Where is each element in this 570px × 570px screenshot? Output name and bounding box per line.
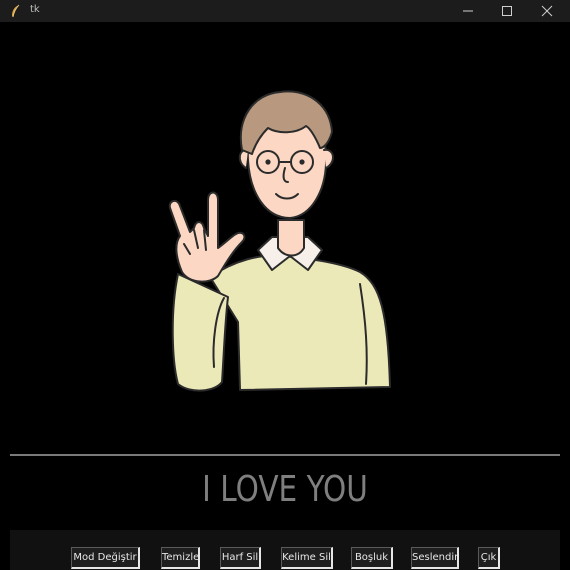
exit-button[interactable]: Çık xyxy=(478,547,500,569)
maximize-button[interactable] xyxy=(487,0,527,22)
clear-button[interactable]: Temizle xyxy=(161,547,200,569)
minimize-icon xyxy=(463,10,473,12)
delete-letter-button[interactable]: Harf Sil xyxy=(220,547,261,569)
title-bar: tk xyxy=(0,0,570,22)
divider-line xyxy=(10,454,560,456)
mode-change-button[interactable]: Mod Değiştir xyxy=(71,547,140,569)
maximize-icon xyxy=(502,6,512,16)
space-button[interactable]: Boşluk xyxy=(351,547,393,569)
sweater xyxy=(209,254,391,391)
close-icon xyxy=(541,5,553,17)
button-bar: Mod Değiştir Temizle Harf Sil Kelime Sil… xyxy=(10,530,560,570)
window-title: tk xyxy=(30,4,40,15)
delete-word-button[interactable]: Kelime Sil xyxy=(281,547,333,569)
sign-image-canvas xyxy=(10,22,560,452)
speak-button[interactable]: Seslendir xyxy=(411,547,459,569)
recognized-text: I LOVE YOU xyxy=(202,469,368,510)
close-button[interactable] xyxy=(527,0,567,22)
sign-illustration xyxy=(168,90,391,392)
minimize-button[interactable] xyxy=(448,0,488,22)
feather-icon xyxy=(12,4,20,18)
